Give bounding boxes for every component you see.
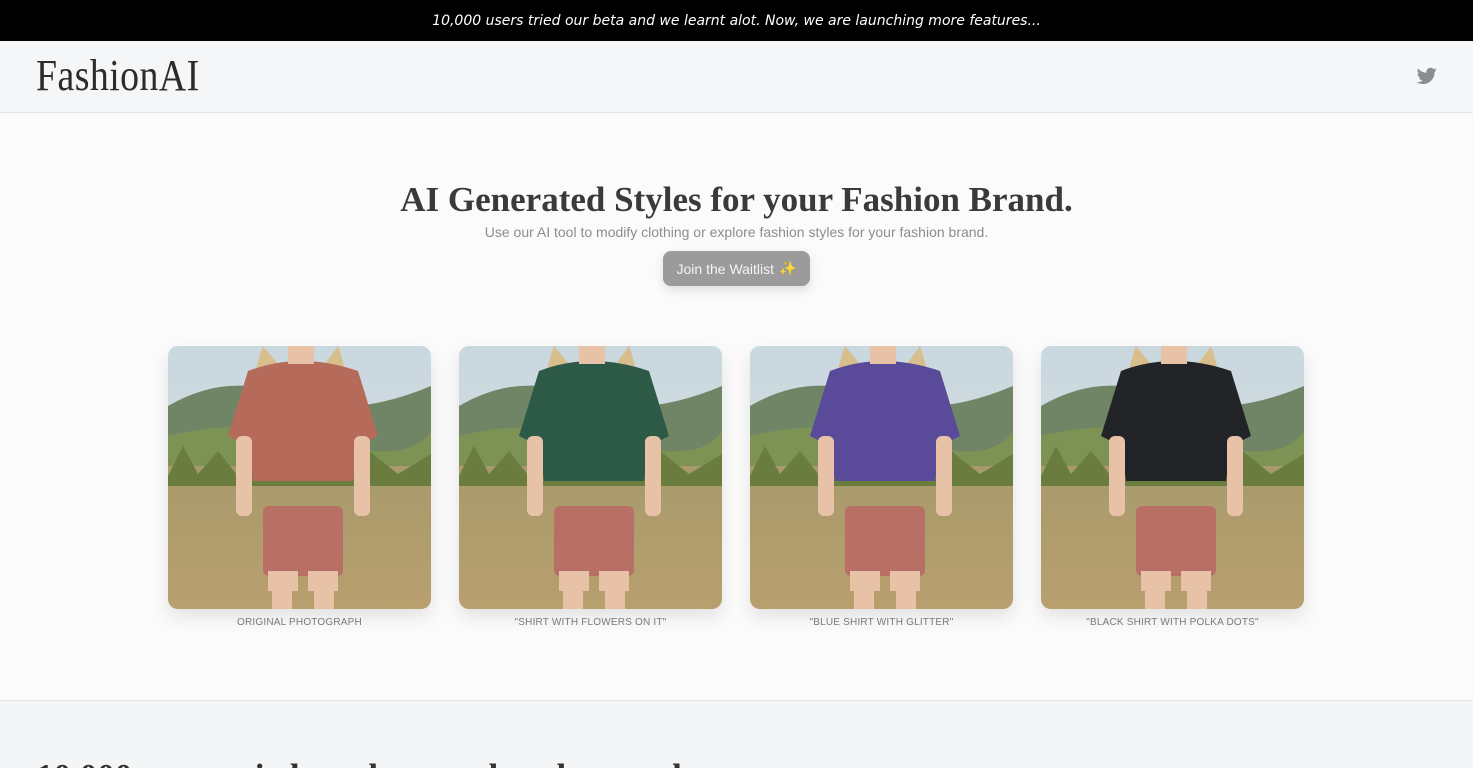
- stats-section: 10,000 users tried our beta and we learn…: [0, 701, 1473, 768]
- announcement-text: 10,000 users tried our beta and we learn…: [432, 12, 1041, 29]
- section-title: 10,000 users tried our beta and we learn…: [36, 757, 720, 768]
- gallery-caption: "BLACK SHIRT WITH POLKA DOTS": [1086, 617, 1259, 628]
- site-header: FashionAI: [0, 41, 1473, 113]
- twitter-icon[interactable]: [1417, 67, 1437, 85]
- gallery-card: "BLACK SHIRT WITH POLKA DOTS": [1041, 346, 1304, 628]
- model-photo: [1041, 346, 1304, 609]
- join-waitlist-button[interactable]: Join the Waitlist ✨: [663, 251, 810, 286]
- gallery-card: "BLUE SHIRT WITH GLITTER": [750, 346, 1013, 628]
- model-photo: [750, 346, 1013, 609]
- hero-title: AI Generated Styles for your Fashion Bra…: [400, 180, 1073, 219]
- announcement-bar: 10,000 users tried our beta and we learn…: [0, 0, 1473, 41]
- hero-section: AI Generated Styles for your Fashion Bra…: [0, 114, 1473, 700]
- gallery-caption: "BLUE SHIRT WITH GLITTER": [809, 617, 954, 628]
- gallery-caption: "SHIRT WITH FLOWERS ON IT": [514, 617, 667, 628]
- join-waitlist-label: Join the Waitlist: [676, 260, 775, 277]
- gallery-caption: ORIGINAL PHOTOGRAPH: [237, 617, 362, 628]
- model-photo: [459, 346, 722, 609]
- logo[interactable]: FashionAI: [36, 50, 200, 101]
- model-photo: [168, 346, 431, 609]
- gallery-card: ORIGINAL PHOTOGRAPH: [168, 346, 431, 628]
- sparkles-icon: ✨: [779, 260, 797, 276]
- gallery-card: "SHIRT WITH FLOWERS ON IT": [459, 346, 722, 628]
- hero-subtitle: Use our AI tool to modify clothing or ex…: [484, 224, 989, 240]
